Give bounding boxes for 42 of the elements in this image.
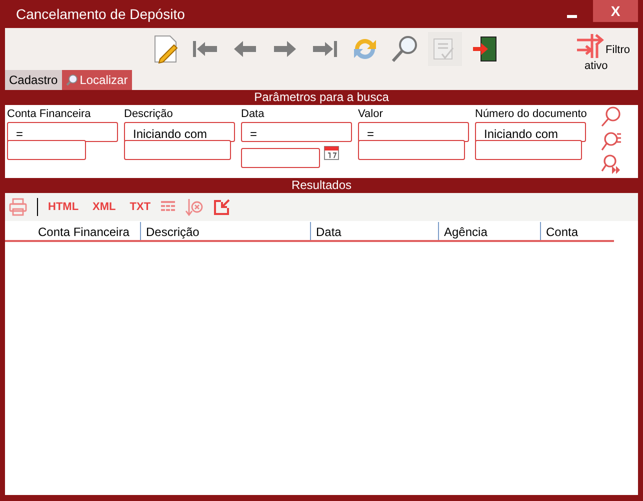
value-field[interactable] (358, 140, 465, 160)
close-button[interactable]: X (593, 0, 638, 22)
calendar-icon[interactable] (324, 144, 339, 160)
export-button[interactable]: HTML (48, 198, 79, 216)
minimize-button[interactable] (567, 14, 577, 18)
column-header[interactable]: Conta (541, 222, 614, 240)
search-icon[interactable] (600, 106, 622, 128)
operator-field[interactable]: Iniciando com (475, 122, 586, 142)
export-button[interactable]: XML (92, 198, 116, 216)
filter-icon[interactable] (574, 32, 605, 58)
operator-field[interactable]: = (358, 122, 469, 142)
section-header: Parâmetros para a busca (253, 90, 390, 105)
column-header[interactable]: Agência (439, 222, 541, 240)
column-header[interactable]: Conta Financeira (5, 222, 141, 240)
grid-icon[interactable] (160, 201, 175, 213)
section-header: Resultados (290, 178, 353, 193)
operator-field[interactable]: Iniciando com (124, 122, 235, 142)
tab[interactable]: Cadastro (5, 70, 62, 90)
field-label: Conta Financeira (7, 107, 92, 122)
printer-icon[interactable] (9, 198, 27, 216)
field-label: Data (241, 107, 266, 122)
magnifier-icon (66, 74, 78, 86)
search-list-icon[interactable] (600, 130, 622, 152)
tab[interactable]: Localizar (62, 70, 132, 90)
value-field[interactable] (7, 140, 86, 160)
window-title: Cancelamento de Depósito (15, 4, 185, 24)
field-label: Descrição (124, 107, 174, 122)
value-field[interactable] (241, 148, 320, 168)
field-label: Valor (358, 107, 384, 122)
sort-clear-icon[interactable] (184, 198, 203, 216)
field-label: Número do documento (475, 107, 586, 122)
export-icon[interactable] (212, 198, 231, 216)
filter-label: ativo (584, 59, 608, 74)
column-header[interactable]: Descrição (141, 222, 311, 240)
operator-field[interactable]: = (241, 122, 352, 142)
search-play-icon[interactable] (600, 154, 622, 176)
column-header[interactable]: Data (311, 222, 439, 240)
operator-field[interactable]: = (7, 122, 118, 142)
value-field[interactable] (124, 140, 231, 160)
export-button[interactable]: TXT (130, 198, 151, 216)
filter-label: Filtro (606, 42, 630, 58)
value-field[interactable] (475, 140, 582, 160)
